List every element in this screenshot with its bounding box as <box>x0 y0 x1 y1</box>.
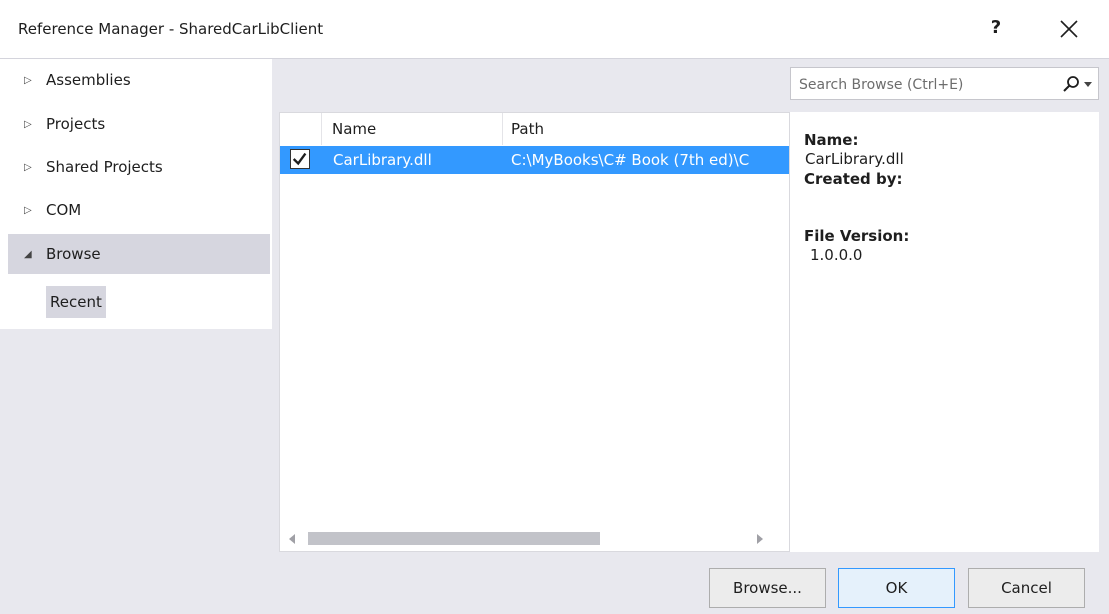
checkmark-icon <box>292 152 307 166</box>
window-title: Reference Manager - SharedCarLibClient <box>18 20 324 38</box>
name-label: Name: <box>804 131 859 149</box>
table-row[interactable]: CarLibrary.dll C:\MyBooks\C# Book (7th e… <box>280 146 789 174</box>
row-name: CarLibrary.dll <box>333 151 432 169</box>
nav-item-label: Browse <box>46 245 101 263</box>
collapse-arrow-icon: ◢ <box>24 248 32 260</box>
row-path: C:\MyBooks\C# Book (7th ed)\C <box>511 151 750 169</box>
left-nav: ▷ Assemblies ▷ Projects ▷ Shared Project… <box>0 59 272 329</box>
help-button[interactable]: ? <box>982 14 1010 42</box>
nav-item-label: Projects <box>46 115 106 133</box>
horizontal-scrollbar[interactable] <box>280 527 789 551</box>
title-bar: Reference Manager - SharedCarLibClient ? <box>0 0 1109 59</box>
browse-button[interactable]: Browse... <box>709 568 826 608</box>
row-checkbox[interactable] <box>290 149 310 169</box>
details-panel: Name: CarLibrary.dll Created by: File Ve… <box>790 112 1099 552</box>
nav-subitem-recent[interactable]: Recent <box>46 286 106 318</box>
nav-item-label: Shared Projects <box>46 158 163 176</box>
scroll-right-icon[interactable] <box>755 534 765 544</box>
search-box[interactable] <box>790 67 1099 100</box>
name-value: CarLibrary.dll <box>805 150 904 168</box>
column-header-path[interactable]: Path <box>511 113 781 145</box>
created-by-label: Created by: <box>804 170 903 188</box>
chevron-down-icon[interactable] <box>1084 82 1092 88</box>
reference-manager-dialog: Reference Manager - SharedCarLibClient ?… <box>0 0 1109 614</box>
close-icon[interactable] <box>1058 18 1080 40</box>
nav-item-shared-projects[interactable]: ▷ Shared Projects <box>8 147 270 187</box>
column-separator[interactable] <box>502 113 503 145</box>
nav-item-label: COM <box>46 201 82 219</box>
file-version-label: File Version: <box>804 227 910 245</box>
expand-arrow-icon: ▷ <box>24 118 32 130</box>
expand-arrow-icon: ▷ <box>24 204 32 216</box>
scroll-left-icon[interactable] <box>287 534 297 544</box>
cancel-button[interactable]: Cancel <box>968 568 1085 608</box>
nav-item-com[interactable]: ▷ COM <box>8 190 270 230</box>
ok-button[interactable]: OK <box>838 568 955 608</box>
expand-arrow-icon: ▷ <box>24 74 32 86</box>
expand-arrow-icon: ▷ <box>24 161 32 173</box>
nav-item-assemblies[interactable]: ▷ Assemblies <box>8 60 270 100</box>
file-version-value: 1.0.0.0 <box>810 246 863 264</box>
reference-list: Name Path CarLibrary.dll C:\MyBooks\C# B… <box>279 112 790 552</box>
search-input[interactable] <box>797 72 1051 98</box>
column-header-name[interactable]: Name <box>332 113 502 145</box>
column-separator[interactable] <box>321 113 322 145</box>
scrollbar-thumb[interactable] <box>308 532 600 545</box>
nav-item-projects[interactable]: ▷ Projects <box>8 104 270 144</box>
search-icon[interactable] <box>1062 75 1080 93</box>
nav-item-label: Assemblies <box>46 71 131 89</box>
nav-item-browse[interactable]: ◢ Browse <box>8 234 270 274</box>
